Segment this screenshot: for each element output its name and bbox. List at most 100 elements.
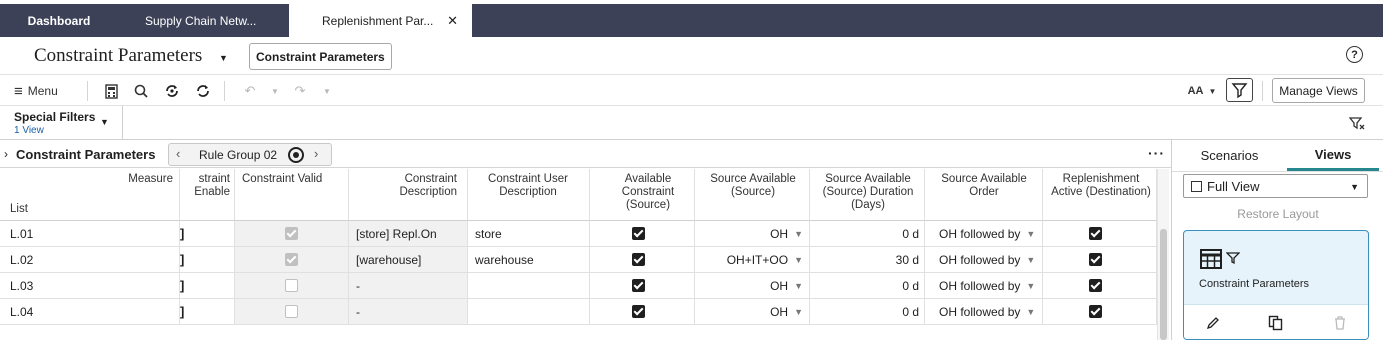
target-icon[interactable] [288, 147, 304, 163]
available-checkbox[interactable] [632, 227, 645, 240]
chevron-down-icon: ▼ [323, 86, 331, 96]
pencil-icon[interactable] [1206, 316, 1220, 330]
chevron-right-icon[interactable]: › [4, 147, 8, 161]
menu-icon: ≡ [14, 82, 23, 100]
checkbox [1191, 180, 1202, 192]
available-checkbox[interactable] [632, 279, 645, 292]
order-cell[interactable]: OH followed by ▼ [925, 299, 1043, 325]
active-checkbox[interactable] [1089, 305, 1102, 318]
enable-cell[interactable]: ] [180, 299, 235, 325]
duration-value: 0 d [902, 304, 919, 319]
row-id-cell: L.01 [0, 221, 180, 247]
row-id: L.02 [10, 252, 34, 267]
tab-label: Replenishment Par... [322, 13, 434, 28]
row-header-column: Measure List [0, 169, 180, 221]
col-header-enable[interactable]: straint Enable [180, 169, 235, 221]
refresh-all-icon[interactable] [194, 81, 212, 101]
search-icon[interactable] [133, 81, 149, 101]
col-header-replenishment-active[interactable]: Replenishment Active (Destination) [1043, 169, 1157, 221]
source-cell[interactable]: OH ▼ [695, 273, 810, 299]
view-name-button[interactable]: Constraint Parameters [249, 43, 392, 70]
tab-bar-fill [472, 4, 1383, 37]
description-cell: [store] Repl.On [349, 221, 468, 247]
clear-filter-icon[interactable] [1348, 115, 1365, 134]
col-header-description[interactable]: Constraint Description [349, 169, 468, 221]
view-card[interactable]: Constraint Parameters [1183, 230, 1369, 340]
tab-replenishment[interactable]: Replenishment Par... ✕ [289, 4, 472, 37]
vertical-scrollbar[interactable] [1157, 169, 1169, 340]
enable-cell[interactable]: ] [180, 247, 235, 273]
menu-button[interactable]: ≡ Menu [14, 81, 58, 101]
user-description-cell[interactable]: store [468, 221, 590, 247]
tab-supply-chain[interactable]: Supply Chain Netw... [118, 4, 289, 37]
active-cell[interactable] [1043, 299, 1157, 325]
duration-cell[interactable]: 0 d [810, 273, 925, 299]
valid-cell [235, 221, 349, 247]
chevron-down-icon: ▼ [1026, 280, 1036, 291]
description-value: [store] Repl.On [356, 226, 437, 241]
breadcrumb-main[interactable]: Constraint Parameters [16, 147, 155, 162]
tab-dashboard[interactable]: Dashboard [0, 4, 118, 37]
view-select[interactable]: Full View ▼ [1183, 174, 1368, 198]
filter-button[interactable] [1226, 78, 1253, 102]
active-cell[interactable] [1043, 273, 1157, 299]
enable-cell[interactable]: ] [180, 221, 235, 247]
tab-scenarios[interactable]: Scenarios [1172, 140, 1287, 171]
tab-views[interactable]: Views [1287, 140, 1379, 171]
col-header-duration[interactable]: Source Available (Source) Duration (Days… [810, 169, 925, 221]
order-cell[interactable]: OH followed by ▼ [925, 221, 1043, 247]
duration-cell[interactable]: 30 d [810, 247, 925, 273]
user-description-cell[interactable]: warehouse [468, 247, 590, 273]
available-cell[interactable] [590, 247, 695, 273]
enable-cell[interactable]: ] [180, 273, 235, 299]
col-header-source-available[interactable]: Source Available (Source) [695, 169, 810, 221]
active-cell[interactable] [1043, 247, 1157, 273]
close-icon[interactable]: ✕ [447, 13, 458, 29]
col-header-valid[interactable]: Constraint Valid [235, 169, 349, 221]
user-description-cell[interactable] [468, 273, 590, 299]
source-cell[interactable]: OH+IT+OO ▼ [695, 247, 810, 273]
chevron-right-icon[interactable]: › [314, 146, 318, 161]
enable-value: ] [180, 226, 185, 241]
valid-cell [235, 299, 349, 325]
available-checkbox[interactable] [632, 305, 645, 318]
calculator-icon[interactable] [103, 81, 119, 101]
chevron-down-icon[interactable]: ▼ [100, 117, 109, 127]
source-cell[interactable]: OH ▼ [695, 299, 810, 325]
available-cell[interactable] [590, 299, 695, 325]
available-cell[interactable] [590, 221, 695, 247]
col-header-order[interactable]: Source Available Order [925, 169, 1043, 221]
duration-cell[interactable]: 0 d [810, 299, 925, 325]
active-cell[interactable] [1043, 221, 1157, 247]
order-cell[interactable]: OH followed by ▼ [925, 247, 1043, 273]
active-checkbox[interactable] [1089, 227, 1102, 240]
page-title[interactable]: Constraint Parameters [34, 45, 202, 67]
more-icon[interactable]: ··· [1148, 145, 1165, 161]
available-cell[interactable] [590, 273, 695, 299]
copy-icon[interactable] [1268, 315, 1284, 331]
chevron-down-icon[interactable]: ▼ [219, 53, 228, 63]
col-header-available-constraint[interactable]: Available Constraint (Source) [590, 169, 695, 221]
duration-cell[interactable]: 0 d [810, 221, 925, 247]
font-size-button[interactable]: AA ▼ [1188, 81, 1217, 101]
header-text: Replenishment Active (Destination) [1051, 173, 1151, 198]
source-cell[interactable]: OH ▼ [695, 221, 810, 247]
col-header-user-description[interactable]: Constraint User Description [468, 169, 590, 221]
active-checkbox[interactable] [1089, 279, 1102, 292]
chevron-down-icon: ▼ [1350, 182, 1359, 192]
manage-views-button[interactable]: Manage Views [1272, 78, 1365, 103]
description-value: [warehouse] [356, 252, 422, 267]
valid-checkbox [285, 227, 298, 240]
chevron-left-icon[interactable]: ‹ [176, 146, 180, 161]
refresh-icon[interactable] [163, 81, 181, 101]
active-checkbox[interactable] [1089, 253, 1102, 266]
scrollbar-thumb[interactable] [1160, 229, 1167, 340]
order-cell[interactable]: OH followed by ▼ [925, 273, 1043, 299]
user-description-cell[interactable] [468, 299, 590, 325]
rule-group-selector[interactable]: ‹ Rule Group 02 › [168, 143, 332, 166]
help-icon[interactable]: ? [1346, 46, 1363, 63]
available-checkbox[interactable] [632, 253, 645, 266]
special-filters-label[interactable]: Special Filters [14, 110, 95, 124]
valid-checkbox [285, 279, 298, 292]
order-value: OH followed by [939, 226, 1021, 241]
